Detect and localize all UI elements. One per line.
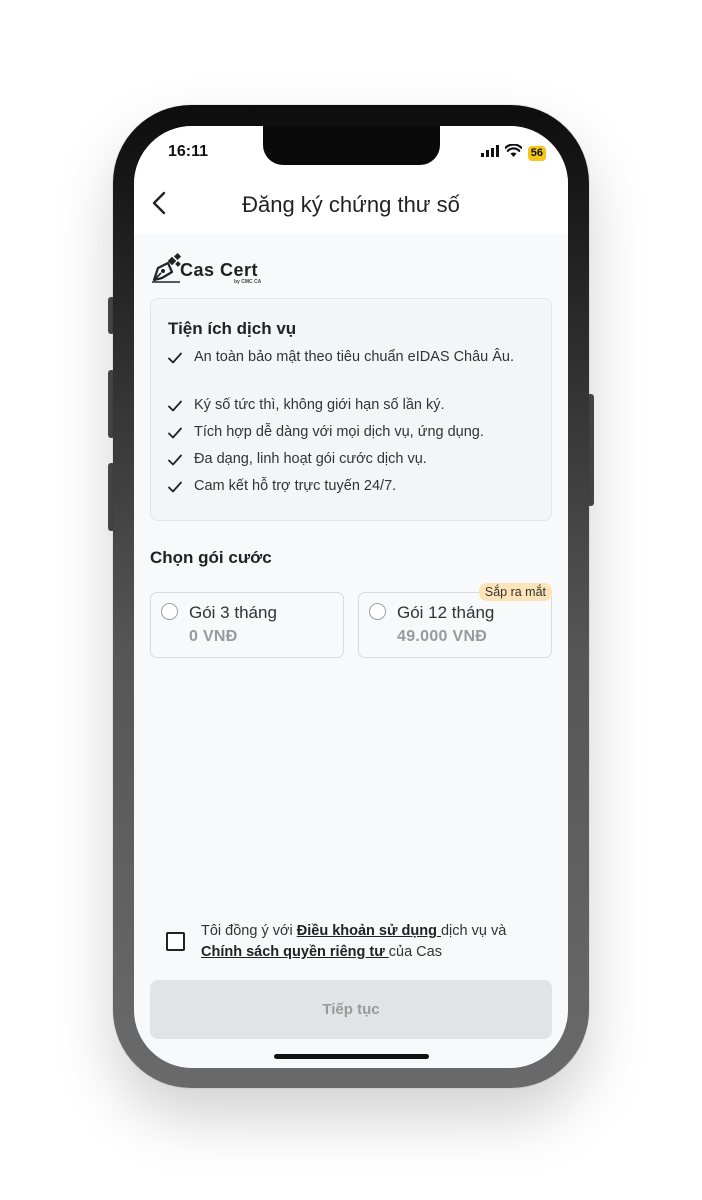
agreement-text: Tôi đồng ý với Điều khoản sử dụng dịch v… bbox=[201, 921, 546, 963]
app-screen: 16:11 56 Đăng ký chứng thư số Cas Cert b… bbox=[134, 126, 568, 1068]
plan-name: Gói 3 tháng bbox=[189, 603, 277, 622]
check-icon bbox=[168, 395, 184, 419]
plan-radio[interactable] bbox=[161, 603, 178, 620]
plan-price: 49.000 VNĐ bbox=[397, 628, 488, 645]
agree-checkbox[interactable] bbox=[166, 932, 185, 951]
agreement-middle: dịch vụ và bbox=[440, 923, 507, 939]
coming-soon-badge: Sắp ra mắt bbox=[478, 583, 552, 601]
benefit-item: Cam kết hỗ trợ trực tuyến 24/7. bbox=[168, 476, 538, 500]
benefit-item: An toàn bảo mật theo tiêu chuẩn eIDAS Ch… bbox=[168, 347, 538, 371]
agreement-suffix: của Cas bbox=[388, 944, 442, 960]
privacy-link[interactable]: Chính sách quyền riêng tư bbox=[201, 944, 389, 960]
page-title: Đăng ký chứng thư số bbox=[242, 192, 460, 217]
brand-logo: Cas Cert by CMC CA bbox=[150, 250, 280, 286]
wifi-icon bbox=[504, 143, 523, 162]
benefit-item: Ký số tức thì, không giới hạn số lần ký. bbox=[168, 395, 538, 419]
signal-icon bbox=[480, 144, 499, 162]
home-indicator bbox=[274, 1054, 429, 1059]
benefit-text: An toàn bảo mật theo tiêu chuẩn eIDAS Ch… bbox=[194, 349, 515, 365]
benefit-text: Cam kết hỗ trợ trực tuyến 24/7. bbox=[194, 478, 397, 494]
status-icons: 56 bbox=[480, 143, 546, 162]
top-bar: 16:11 56 Đăng ký chứng thư số bbox=[134, 126, 568, 234]
plans-title: Chọn gói cước bbox=[150, 548, 272, 567]
notch bbox=[263, 126, 440, 165]
continue-button[interactable]: Tiếp tục bbox=[150, 980, 552, 1039]
plan-option-12-months[interactable]: Gói 12 tháng 49.000 VNĐ Sắp ra mắt bbox=[358, 583, 552, 658]
brand-name: Cas Cert bbox=[180, 260, 259, 280]
benefit-text: Đa dạng, linh hoạt gói cước dịch vụ. bbox=[194, 451, 427, 467]
benefit-text: Ký số tức thì, không giới hạn số lần ký. bbox=[194, 397, 445, 413]
brand-subtitle: by CMC CA bbox=[234, 279, 262, 285]
status-time: 16:11 bbox=[168, 143, 209, 160]
battery-indicator: 56 bbox=[527, 145, 546, 161]
plan-radio[interactable] bbox=[369, 603, 386, 620]
benefits-card: Tiện ích dịch vụ An toàn bảo mật theo ti… bbox=[150, 298, 552, 521]
check-icon bbox=[168, 476, 184, 500]
check-icon bbox=[168, 422, 184, 446]
benefit-text: Tích hợp dễ dàng với mọi dịch vụ, ứng dụ… bbox=[194, 424, 484, 440]
benefits-title: Tiện ích dịch vụ bbox=[168, 319, 297, 338]
check-icon bbox=[168, 449, 184, 473]
plan-name: Gói 12 tháng bbox=[397, 603, 495, 622]
plan-option-3-months[interactable]: Gói 3 tháng 0 VNĐ bbox=[150, 592, 344, 658]
benefit-item: Đa dạng, linh hoạt gói cước dịch vụ. bbox=[168, 449, 538, 473]
check-icon bbox=[168, 347, 184, 371]
plan-price: 0 VNĐ bbox=[189, 628, 238, 645]
agreement-prefix: Tôi đồng ý với bbox=[201, 923, 297, 939]
benefit-item: Tích hợp dễ dàng với mọi dịch vụ, ứng dụ… bbox=[168, 422, 538, 446]
pen-nib-icon bbox=[152, 252, 182, 283]
terms-link[interactable]: Điều khoản sử dụng bbox=[297, 923, 441, 939]
